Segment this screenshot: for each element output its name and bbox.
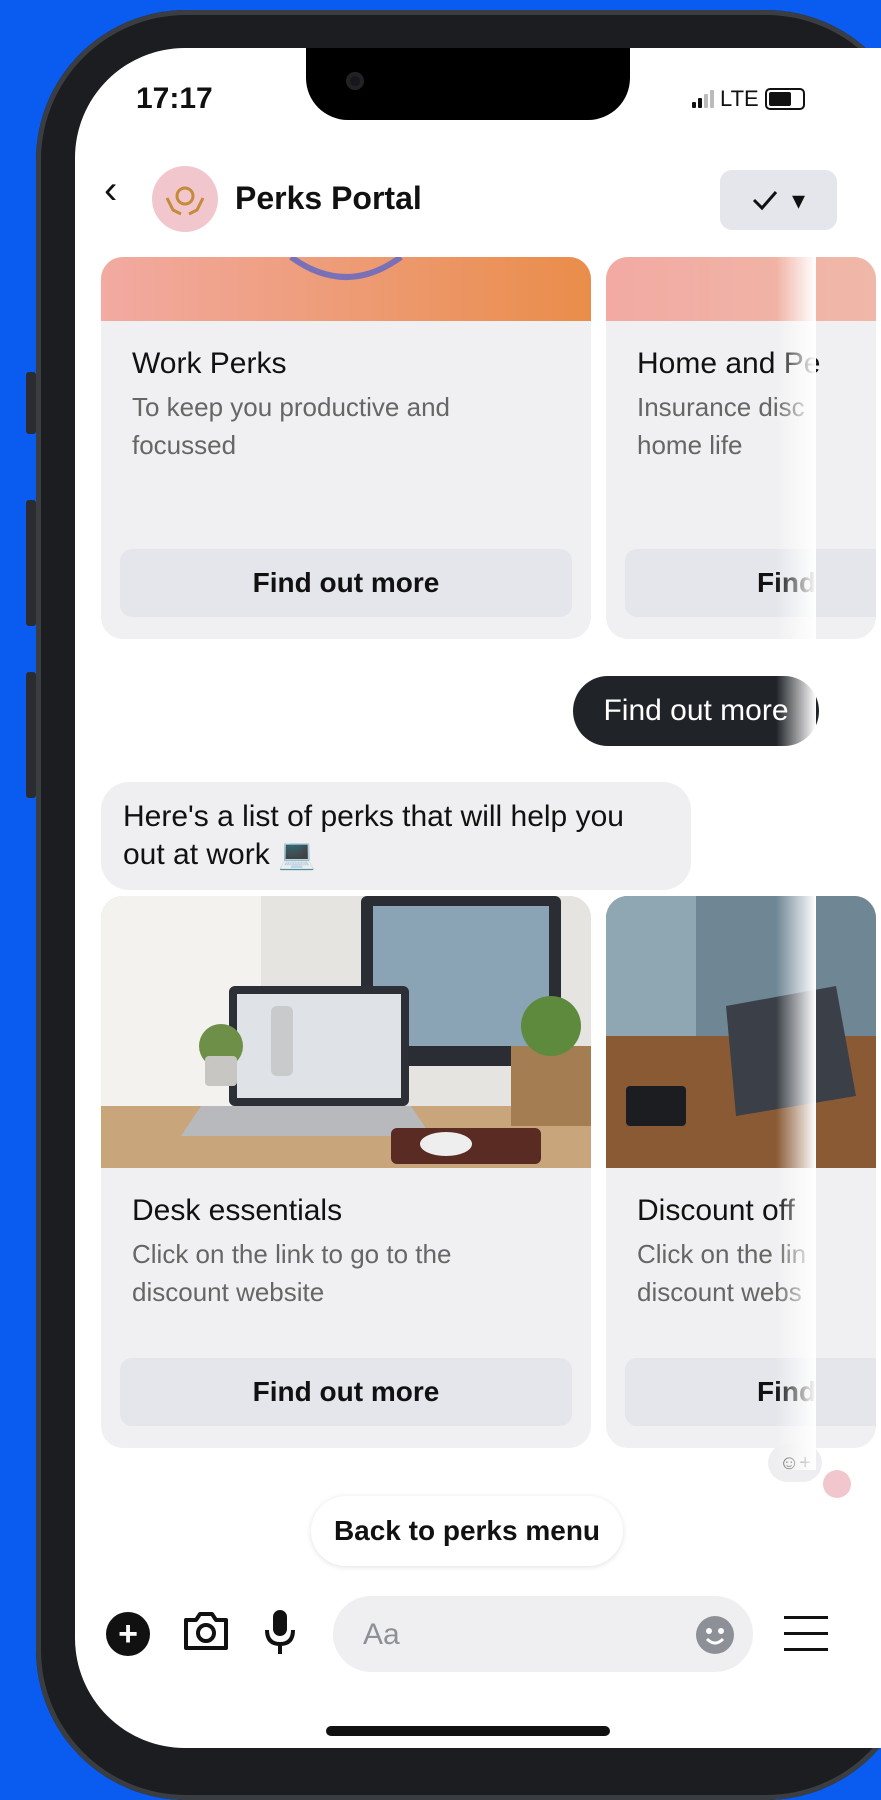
card-discount-offers: Discount off Click on the lin discount w… [606, 896, 876, 1448]
status-time: 17:17 [136, 82, 213, 115]
chevron-down-icon: ▾ [791, 184, 806, 215]
back-to-perks-menu-button[interactable]: Back to perks menu [311, 1496, 623, 1566]
carousel-fade [776, 250, 816, 1470]
battery-icon [764, 88, 805, 110]
check-icon [752, 191, 778, 211]
card-subtitle: Click on the link to go to the discount … [132, 1239, 452, 1307]
message-input-placeholder: Aa [363, 1618, 400, 1651]
card-title: Work Perks [132, 347, 287, 380]
find-out-more-button[interactable]: Find out more [120, 1358, 572, 1426]
phone-volume-down [26, 672, 36, 798]
office-photo-illustration [606, 896, 876, 1168]
find-out-more-button[interactable]: Find [625, 549, 876, 617]
find-out-more-button[interactable]: Find [625, 1358, 876, 1426]
emoji-icon[interactable] [696, 1616, 734, 1654]
notch [306, 48, 630, 120]
phone-volume-up [26, 500, 36, 626]
read-receipt-avatar [823, 1470, 851, 1498]
hands-coin-icon [165, 186, 205, 216]
camera-icon[interactable] [182, 1610, 230, 1652]
card-image [101, 257, 591, 321]
signal-icon [692, 90, 714, 108]
card-title: Discount off [637, 1194, 795, 1227]
card-subtitle: To keep you productive and focussed [132, 392, 450, 460]
incoming-message: Here's a list of perks that will help yo… [101, 782, 691, 890]
plus-circle-icon[interactable]: + [106, 1612, 150, 1656]
avatar[interactable] [152, 166, 218, 232]
home-indicator [326, 1726, 610, 1736]
back-icon[interactable]: ‹ [104, 170, 117, 210]
desk-photo [101, 896, 591, 1168]
find-out-more-button[interactable]: Find out more [120, 549, 572, 617]
network-label: LTE [720, 86, 759, 111]
card-work-perks: Work Perks To keep you productive and fo… [101, 257, 591, 639]
microphone-icon[interactable] [262, 1608, 298, 1656]
card-image [606, 257, 876, 321]
office-photo [606, 896, 876, 1168]
card-home-perks: Home and Pe Insurance disc home life Fin… [606, 257, 876, 639]
card-title: Desk essentials [132, 1194, 343, 1227]
menu-icon[interactable] [784, 1614, 828, 1659]
card-desk-essentials: Desk essentials Click on the link to go … [101, 896, 591, 1448]
card-image-decoration [289, 257, 403, 280]
status-dropdown-button[interactable]: ▾ [720, 170, 837, 230]
phone-mute-switch [26, 372, 36, 434]
page-title: Perks Portal [235, 180, 422, 216]
status-indicators: LTE [692, 86, 805, 112]
front-camera [346, 72, 364, 90]
desk-photo-illustration [101, 896, 591, 1168]
